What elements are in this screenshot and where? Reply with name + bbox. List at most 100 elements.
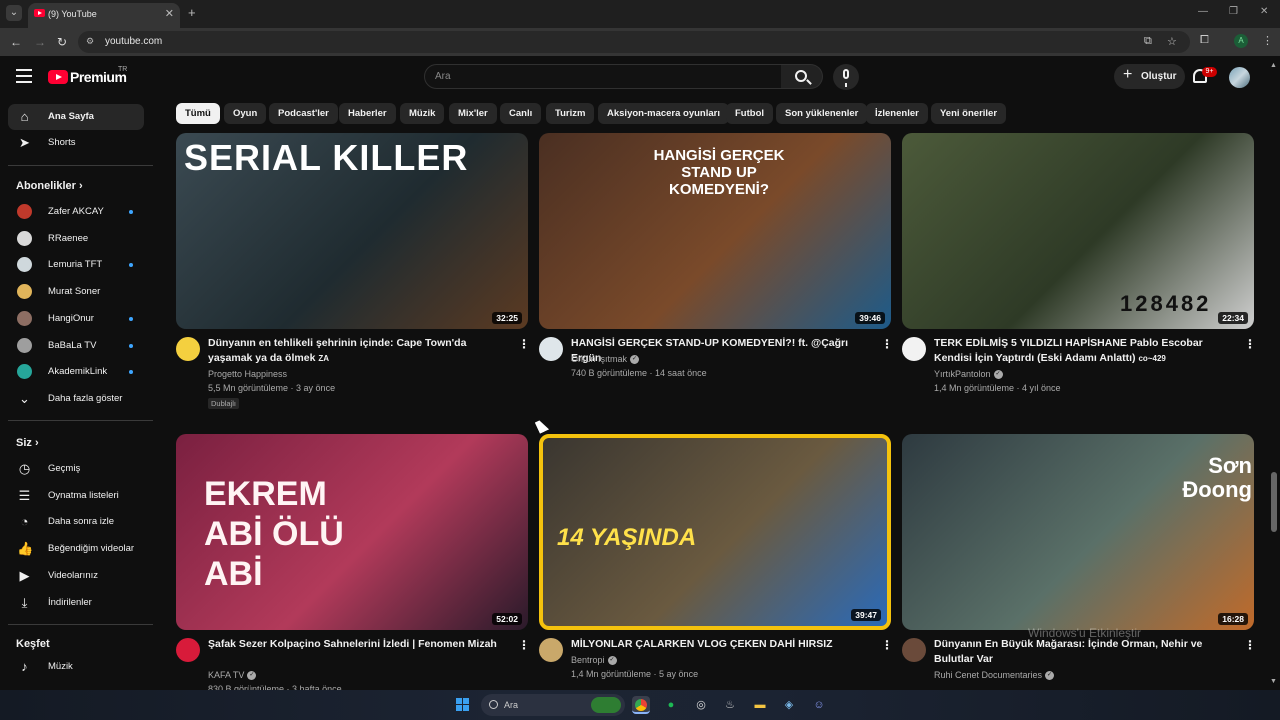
video-title[interactable]: Dünyanın En Büyük Mağarası: İçinde Orman…: [934, 637, 1234, 667]
video-more-options-icon[interactable]: ⋮: [518, 337, 530, 351]
channel-name[interactable]: YırtıkPantolon ✓: [934, 369, 1003, 380]
sidebar-item-music[interactable]: ♪ Müzik: [8, 654, 144, 680]
file-explorer-icon[interactable]: ▬: [751, 696, 769, 714]
video-thumbnail[interactable]: SERIAL KILLER 32:25: [176, 133, 528, 329]
maximize-icon[interactable]: ❐: [1229, 6, 1238, 17]
sidebar-item-history[interactable]: ◷ Geçmiş: [8, 456, 144, 482]
steam-app-icon[interactable]: ♨: [721, 696, 739, 714]
site-info-icon[interactable]: ⚙: [86, 36, 98, 48]
voice-search-button[interactable]: [833, 64, 859, 90]
channel-name-text: Ruhi Cenet Documentaries: [934, 670, 1043, 680]
url-text[interactable]: youtube.com: [105, 36, 162, 47]
user-avatar[interactable]: [1229, 67, 1250, 88]
discord-app-icon[interactable]: ☺: [810, 696, 828, 714]
channel-avatar[interactable]: [539, 638, 563, 662]
sidebar-item-subscription[interactable]: HangiOnur: [8, 306, 144, 332]
browser-profile-avatar[interactable]: A: [1234, 34, 1248, 48]
sidebar-item-home[interactable]: ⌂ Ana Sayfa: [8, 104, 144, 130]
sidebar-item-subscription[interactable]: Murat Soner: [8, 279, 144, 305]
channel-name[interactable]: Ruhi Cenet Documentaries ✓: [934, 670, 1055, 681]
sidebar-item-your-videos[interactable]: ▶ Videolarınız: [8, 563, 144, 589]
video-more-options-icon[interactable]: ⋮: [881, 337, 893, 351]
filter-chip[interactable]: Oyun: [224, 103, 267, 124]
minimize-icon[interactable]: —: [1198, 6, 1208, 17]
install-app-icon[interactable]: ⧉: [1144, 35, 1152, 48]
video-more-options-icon[interactable]: ⋮: [1244, 638, 1256, 652]
window-close-icon[interactable]: ✕: [1260, 6, 1268, 17]
video-more-options-icon[interactable]: ⋮: [1244, 337, 1256, 351]
search-input[interactable]: Ara: [424, 64, 782, 89]
sidebar-item-subscription[interactable]: BaBaLa TV: [8, 333, 144, 359]
sidebar-item-playlists[interactable]: ☰ Oynatma listeleri: [8, 483, 144, 509]
chrome-app-icon[interactable]: [632, 696, 650, 714]
new-tab-button[interactable]: +: [188, 5, 196, 20]
browser-menu-icon[interactable]: ⋮: [1262, 34, 1273, 47]
filter-chip[interactable]: Futbol: [726, 103, 774, 124]
sidebar-item-subscription[interactable]: RRaenee: [8, 226, 144, 252]
you-heading[interactable]: Siz ›: [16, 437, 39, 449]
tab-close-icon[interactable]: ✕: [165, 7, 174, 20]
video-thumbnail[interactable]: HANGİSİ GERÇEK STAND UP KOMEDYENİ? 39:46: [539, 133, 891, 329]
channel-avatar[interactable]: [176, 638, 200, 662]
video-more-options-icon[interactable]: ⋮: [881, 638, 893, 652]
filter-chip[interactable]: Podcast'ler: [269, 103, 338, 124]
sidebar-item-downloads[interactable]: ⤓ İndirilenler: [8, 590, 144, 616]
filter-chip[interactable]: Haberler: [339, 103, 396, 124]
scroll-up-arrow-icon[interactable]: ▲: [1270, 62, 1277, 69]
obs-app-icon[interactable]: ◎: [692, 696, 710, 714]
create-button[interactable]: + Oluştur: [1114, 64, 1185, 89]
subscriptions-heading[interactable]: Abonelikler ›: [16, 180, 83, 192]
video-title[interactable]: Dünyanın en tehlikeli şehrinin içinde: C…: [208, 336, 508, 366]
filter-chip[interactable]: İzlenenler: [866, 103, 928, 124]
filter-chip[interactable]: Son yüklenenler: [776, 103, 868, 124]
video-title[interactable]: Şafak Sezer Kolpaçino Sahnelerini İzledi…: [208, 637, 508, 652]
channel-name[interactable]: KAFA TV ✓: [208, 670, 257, 681]
tab-search-chevron-down-icon[interactable]: ⌄: [6, 5, 22, 21]
address-bar[interactable]: ⚙ youtube.com ⧉ ☆: [78, 31, 1190, 53]
sidebar-item-subscription[interactable]: Lemuria TFT: [8, 252, 144, 278]
sidebar-item-watch-later[interactable]: ◔ Daha sonra izle: [8, 509, 144, 535]
channel-name[interactable]: Orkun Işıtmak ✓: [571, 354, 640, 365]
extensions-icon[interactable]: ⧠: [1200, 34, 1209, 47]
show-more-button[interactable]: ⌄ Daha fazla göster: [8, 386, 144, 412]
browser-tab-youtube[interactable]: (9) YouTube ✕: [28, 3, 180, 28]
channel-avatar[interactable]: [539, 337, 563, 361]
back-arrow-icon[interactable]: ←: [10, 35, 22, 49]
reload-icon[interactable]: ↻: [57, 35, 67, 49]
channel-avatar[interactable]: [902, 638, 926, 662]
filter-chip[interactable]: Tümü: [176, 103, 220, 124]
sidebar-item-subscription[interactable]: AkademikLink: [8, 359, 144, 385]
sidebar-item-liked-videos[interactable]: 👍 Beğendiğim videolar: [8, 536, 144, 562]
filter-chip[interactable]: Mix'ler: [449, 103, 497, 124]
video-title[interactable]: TERK EDİLMİŞ 5 YILDIZLI HAPİSHANE Pablo …: [934, 336, 1234, 366]
filter-chip[interactable]: Turizm: [546, 103, 595, 124]
channel-avatar[interactable]: [176, 337, 200, 361]
sidebar-item-shorts[interactable]: ➤ Shorts: [8, 130, 144, 156]
page-scrollbar[interactable]: ▲ ▼: [1268, 62, 1280, 690]
scroll-down-arrow-icon[interactable]: ▼: [1270, 678, 1277, 685]
search-button[interactable]: [781, 64, 823, 89]
hamburger-menu-icon[interactable]: [16, 69, 32, 83]
video-thumbnail[interactable]: Sơn Đoong 16:28: [902, 434, 1254, 630]
taskbar-search-input[interactable]: Ara: [481, 694, 625, 716]
spotify-app-icon[interactable]: ●: [662, 696, 680, 714]
video-thumbnail[interactable]: 14 YAŞINDA 39:47: [539, 434, 891, 630]
video-thumbnail[interactable]: 128482 22:34: [902, 133, 1254, 329]
filter-chip[interactable]: Aksiyon-macera oyunları: [598, 103, 729, 124]
windows-start-icon[interactable]: [456, 698, 470, 712]
filter-chip[interactable]: Müzik: [400, 103, 445, 124]
channel-name[interactable]: Progetto Happiness: [208, 369, 287, 379]
bookmark-star-icon[interactable]: ☆: [1167, 35, 1177, 48]
forward-arrow-icon[interactable]: →: [34, 35, 46, 49]
video-title[interactable]: MİLYONLAR ÇALARKEN VLOG ÇEKEN DAHİ HIRSI…: [571, 637, 871, 652]
filter-chip[interactable]: Canlı: [500, 103, 542, 124]
channel-avatar[interactable]: [902, 337, 926, 361]
video-more-options-icon[interactable]: ⋮: [518, 638, 530, 652]
channel-name[interactable]: Bentropi ✓: [571, 655, 617, 666]
filter-chip[interactable]: Yeni öneriler: [931, 103, 1007, 124]
scrollbar-thumb[interactable]: [1271, 472, 1277, 532]
video-thumbnail[interactable]: EKREM ABİ ÖLÜ ABİ 52:02: [176, 434, 528, 630]
sidebar-item-subscription[interactable]: Zafer AKCAY: [8, 199, 144, 225]
duration-badge: 39:46: [855, 312, 885, 324]
network-app-icon[interactable]: ◈: [780, 696, 798, 714]
